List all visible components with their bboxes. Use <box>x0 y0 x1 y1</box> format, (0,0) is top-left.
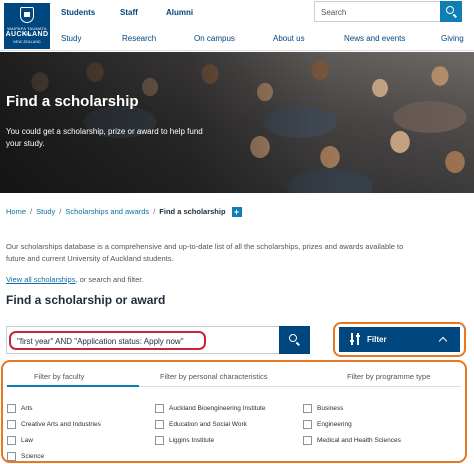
breadcrumb-separator: / <box>59 207 62 216</box>
plus-icon[interactable]: + <box>231 207 242 217</box>
checkbox-arts[interactable] <box>7 404 16 413</box>
checkbox-business[interactable] <box>303 404 312 413</box>
logo-line-2: AUCKLAND <box>5 31 49 38</box>
site-header: WAIPAPA TAUMATA RAU AUCKLAND NEW ZEALAND… <box>0 0 474 51</box>
audience-link-students[interactable]: Students <box>61 8 95 17</box>
nav-giving[interactable]: Giving <box>441 34 464 43</box>
breadcrumb-home[interactable]: Home <box>6 207 26 216</box>
view-all-scholarships-link[interactable]: View all scholarships <box>6 275 75 284</box>
breadcrumb-scholarships[interactable]: Scholarships and awards <box>65 207 149 216</box>
site-search <box>314 1 462 22</box>
option-label-science: Science <box>21 453 45 460</box>
crest-icon <box>20 7 34 23</box>
chevron-up-icon <box>438 336 448 346</box>
option-label-education: Education and Social Work <box>169 421 247 428</box>
search-annotation-outline <box>9 331 206 350</box>
filter-button[interactable]: Filter <box>339 327 460 352</box>
option-label-liggins: Liggins Institute <box>169 437 215 444</box>
logo-line-3: NEW ZEALAND <box>13 40 41 44</box>
sliders-icon <box>350 333 360 345</box>
nav-about-us[interactable]: About us <box>273 34 305 43</box>
university-logo[interactable]: WAIPAPA TAUMATA RAU AUCKLAND NEW ZEALAND <box>4 3 50 49</box>
site-search-button[interactable] <box>440 1 462 22</box>
hero-banner: Find a scholarship You could get a schol… <box>0 52 474 193</box>
breadcrumb-current: Find a scholarship <box>159 207 226 216</box>
nav-on-campus[interactable]: On campus <box>194 34 235 43</box>
checkbox-law[interactable] <box>7 436 16 445</box>
search-icon <box>289 334 297 342</box>
intro-links: View all scholarships, or search and fil… <box>6 275 143 284</box>
page-title: Find a scholarship <box>6 93 139 110</box>
tab-filter-by-faculty[interactable]: Filter by faculty <box>34 372 84 381</box>
option-label-creative-arts: Creative Arts and Industries <box>21 421 101 428</box>
option-label-medical-health: Medical and Health Sciences <box>317 437 401 444</box>
checkbox-creative-arts[interactable] <box>7 420 16 429</box>
search-icon <box>446 6 454 14</box>
tab-filter-by-programme-type[interactable]: Filter by programme type <box>347 372 430 381</box>
nav-study[interactable]: Study <box>61 34 81 43</box>
scholarship-search <box>6 326 310 354</box>
checkbox-bioengineering[interactable] <box>155 404 164 413</box>
nav-news-and-events[interactable]: News and events <box>344 34 405 43</box>
breadcrumb-study[interactable]: Study <box>36 207 55 216</box>
intro-text: Our scholarships database is a comprehen… <box>6 242 404 263</box>
option-label-arts: Arts <box>21 405 33 412</box>
option-label-engineering: Engineering <box>317 421 352 428</box>
checkbox-medical-health[interactable] <box>303 436 312 445</box>
active-tab-indicator <box>7 385 139 387</box>
audience-link-staff[interactable]: Staff <box>120 8 138 17</box>
checkbox-education[interactable] <box>155 420 164 429</box>
site-search-input[interactable] <box>321 5 433 19</box>
checkbox-science[interactable] <box>7 452 16 461</box>
checkbox-liggins[interactable] <box>155 436 164 445</box>
option-label-business: Business <box>317 405 344 412</box>
hero-text: You could get a scholarship, prize or aw… <box>6 127 203 148</box>
option-label-law: Law <box>21 437 33 444</box>
breadcrumb-separator: / <box>30 207 33 216</box>
filter-annotation-outline: Filter <box>333 322 466 357</box>
intro-suffix: , or search and filter. <box>75 275 144 284</box>
audience-link-alumni[interactable]: Alumni <box>166 8 193 17</box>
checkbox-engineering[interactable] <box>303 420 312 429</box>
section-title: Find a scholarship or award <box>6 293 166 307</box>
nav-research[interactable]: Research <box>122 34 156 43</box>
tab-filter-by-personal-characteristics[interactable]: Filter by personal characteristics <box>160 372 268 381</box>
breadcrumb-separator: / <box>153 207 156 216</box>
option-label-bioengineering: Auckland Bioengineering Institute <box>169 405 266 412</box>
filter-button-label: Filter <box>367 335 387 344</box>
filter-panel: Filter by faculty Filter by personal cha… <box>1 360 467 463</box>
scholarship-search-button[interactable] <box>279 326 310 354</box>
breadcrumb: Home / Study / Scholarships and awards / Find … <box>6 207 242 217</box>
